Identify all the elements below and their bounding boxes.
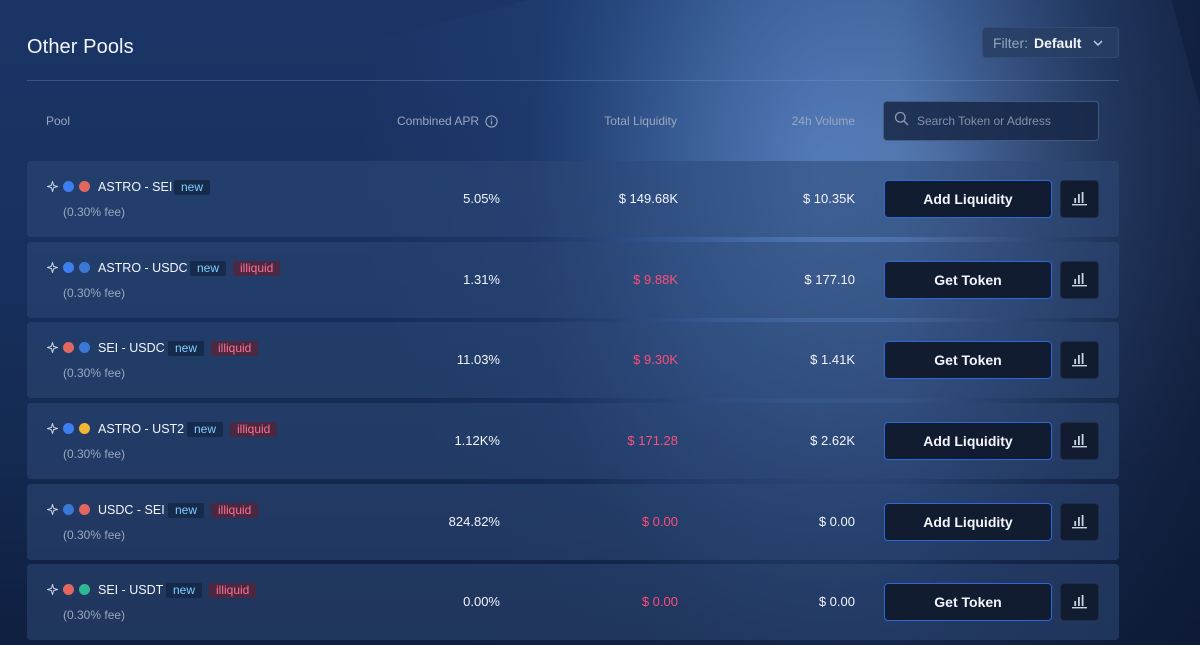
chart-icon [1071,513,1088,532]
usdc-token-icon [63,504,74,515]
volume-24h: $ 0.00 [818,514,855,529]
new-badge: new [166,583,203,598]
sei-token-icon [63,342,74,353]
illiquid-badge: illiquid [230,422,278,437]
pool-action-button[interactable]: Get Token [884,583,1052,621]
chart-button[interactable] [1060,503,1099,541]
pool-action-button[interactable]: Add Liquidity [884,422,1052,460]
total-liquidity: $ 9.30K [633,352,678,367]
volume-24h: $ 1.41K [810,352,855,367]
chart-button[interactable] [1060,180,1099,218]
chart-icon [1071,351,1088,370]
pool-fee: (0.30% fee) [63,366,126,380]
astro-token-icon [63,181,74,192]
new-badge: new [190,261,227,276]
chart-button[interactable] [1060,261,1099,299]
table-row: ASTRO - USDC new illiquid (0.30% fee) 1.… [27,242,1119,318]
table-row: SEI - USDC new illiquid (0.30% fee) 11.0… [27,322,1119,398]
pool-action-button[interactable]: Add Liquidity [884,503,1052,541]
pool-action-button[interactable]: Get Token [884,261,1052,299]
table-row: ASTRO - UST2 new illiquid (0.30% fee) 1.… [27,403,1119,479]
combined-apr: 0.00% [463,594,500,609]
total-liquidity: $ 171.28 [627,433,678,448]
chevron-down-icon [1093,38,1103,48]
table-row: SEI - USDT new illiquid (0.30% fee) 0.00… [27,564,1119,640]
pool-pair: ASTRO - USDC [98,261,188,275]
favorite-star-icon[interactable] [47,423,58,434]
chart-icon [1071,432,1088,451]
chart-button[interactable] [1060,341,1099,379]
favorite-star-icon[interactable] [47,584,58,595]
volume-24h: $ 2.62K [810,433,855,448]
illiquid-badge: illiquid [211,503,259,518]
pool-action-button[interactable]: Add Liquidity [884,180,1052,218]
favorite-star-icon[interactable] [47,504,58,515]
sei-token-icon [63,584,74,595]
pools-panel: Other Pools Filter: Default Pool Combine… [0,0,1200,645]
illiquid-badge: illiquid [209,583,257,598]
new-badge: new [168,503,205,518]
pool-action-button[interactable]: Get Token [884,341,1052,379]
filter-dropdown[interactable]: Filter: Default [982,27,1119,58]
new-badge: new [187,422,224,437]
usdc-token-icon [79,262,90,273]
total-liquidity: $ 149.68K [618,191,678,206]
combined-apr: 824.82% [448,514,500,529]
column-header-liquidity[interactable]: Total Liquidity [604,114,677,128]
ust2-token-icon [79,423,90,434]
astro-token-icon [63,423,74,434]
total-liquidity: $ 9.88K [633,272,678,287]
info-icon[interactable] [485,114,498,128]
pool-pair: SEI - USDC [98,341,165,355]
total-liquidity: $ 0.00 [641,594,678,609]
pool-fee: (0.30% fee) [63,528,126,542]
table-row: USDC - SEI new illiquid (0.30% fee) 824.… [27,484,1119,560]
favorite-star-icon[interactable] [47,342,58,353]
chart-icon [1071,593,1088,612]
pool-pair: ASTRO - UST2 [98,422,185,436]
new-badge: new [174,180,211,195]
table-row: ASTRO - SEI new (0.30% fee) 5.05% $ 149.… [27,161,1119,237]
pool-fee: (0.30% fee) [63,286,126,300]
chart-icon [1071,190,1088,209]
illiquid-badge: illiquid [211,341,259,356]
column-header-apr-label: Combined APR [397,114,480,128]
pool-pair: USDC - SEI [98,503,165,517]
column-header-pool[interactable]: Pool [46,114,70,128]
pool-fee: (0.30% fee) [63,447,126,461]
pool-fee: (0.30% fee) [63,205,126,219]
search-input[interactable] [917,114,1087,128]
total-liquidity: $ 0.00 [641,514,678,529]
sei-token-icon [79,181,90,192]
search-box[interactable] [883,101,1099,141]
volume-24h: $ 0.00 [818,594,855,609]
combined-apr: 1.31% [463,272,500,287]
pool-pair: ASTRO - SEI [98,180,173,194]
filter-value: Default [1034,34,1082,51]
volume-24h: $ 177.10 [804,272,855,287]
header-divider [27,80,1119,81]
search-icon [894,111,909,131]
combined-apr: 5.05% [463,191,500,206]
chart-button[interactable] [1060,422,1099,460]
column-header-volume[interactable]: 24h Volume [792,114,855,128]
usdc-token-icon [79,342,90,353]
filter-label: Filter: [993,34,1028,51]
illiquid-badge: illiquid [233,261,281,276]
usdt-token-icon [79,584,90,595]
chart-button[interactable] [1060,583,1099,621]
volume-24h: $ 10.35K [802,191,855,206]
pool-fee: (0.30% fee) [63,608,126,622]
column-header-apr[interactable]: Combined APR [397,114,498,128]
sei-token-icon [79,504,90,515]
combined-apr: 11.03% [456,352,500,367]
astro-token-icon [63,262,74,273]
pool-pair: SEI - USDT [98,583,164,597]
favorite-star-icon[interactable] [47,262,58,273]
favorite-star-icon[interactable] [47,181,58,192]
new-badge: new [168,341,205,356]
combined-apr: 1.12K% [454,433,500,448]
page-title: Other Pools [27,36,134,58]
chart-icon [1071,271,1088,290]
